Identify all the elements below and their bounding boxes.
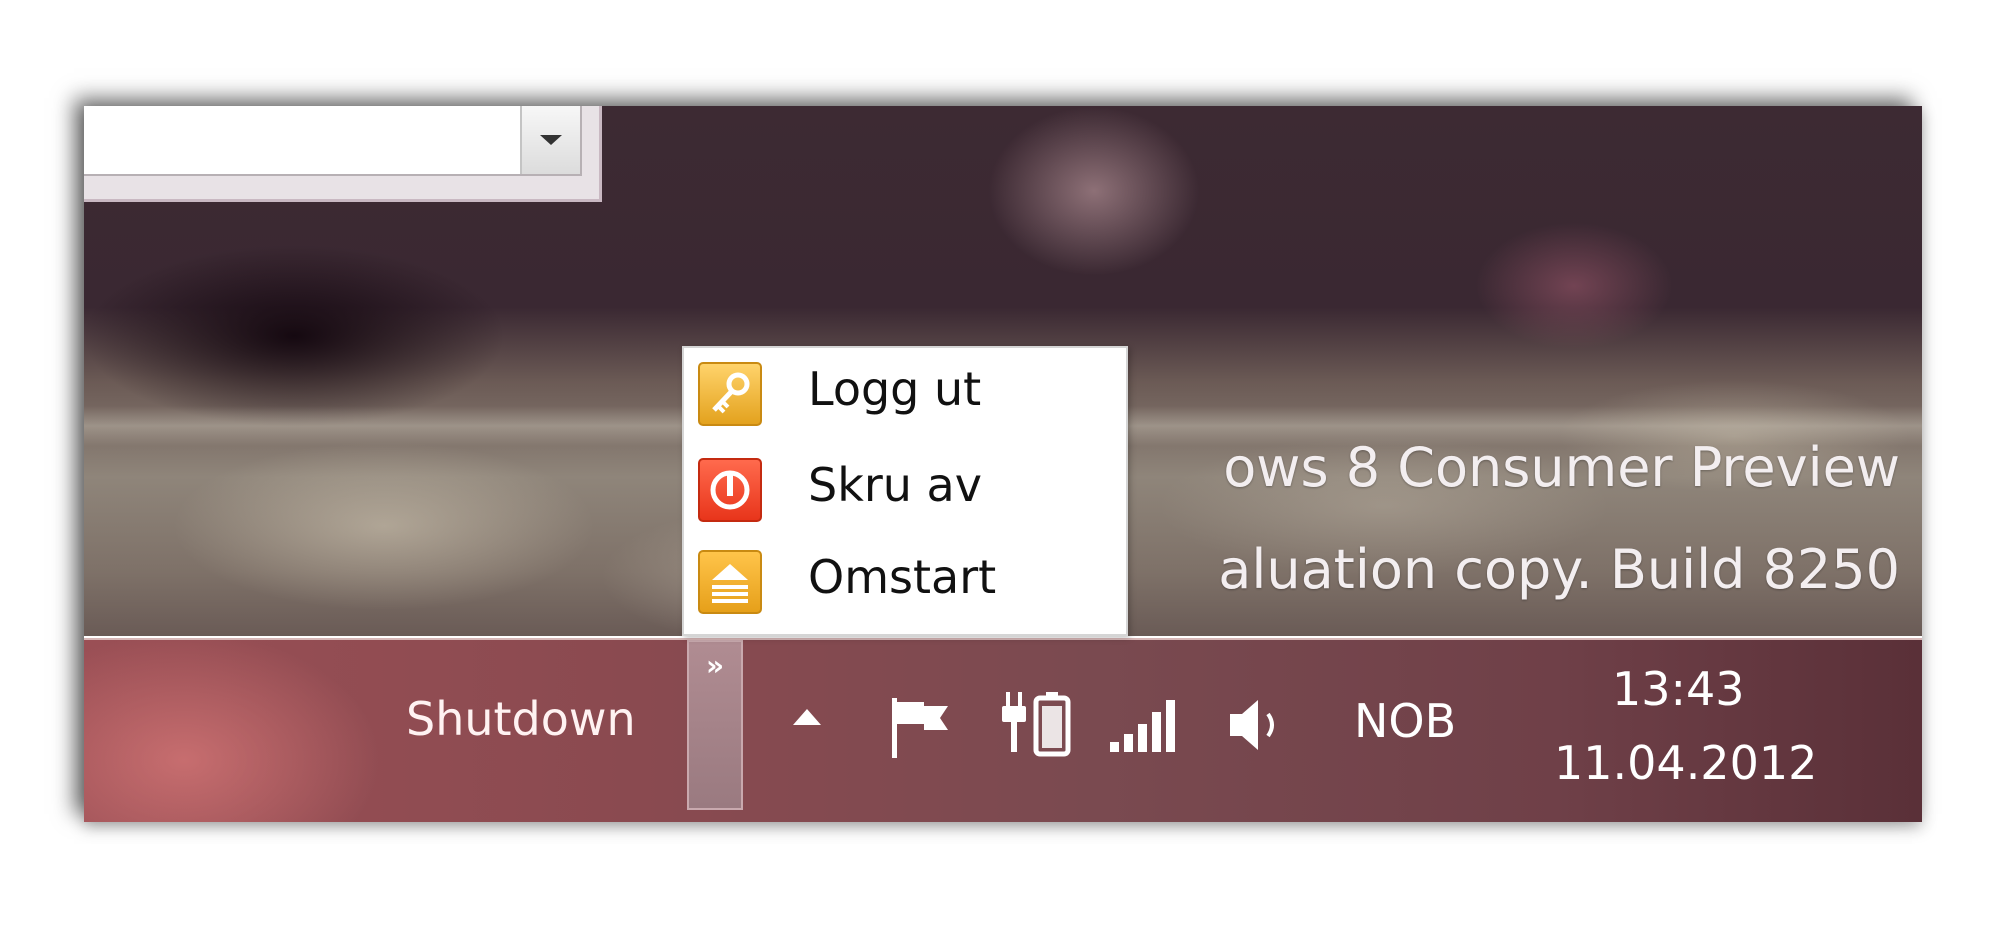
eject-icon xyxy=(698,550,762,614)
clock-time[interactable]: 13:43 xyxy=(1612,662,1745,716)
dropdown-arrow-icon[interactable] xyxy=(520,106,580,174)
action-center-flag-icon[interactable] xyxy=(884,692,954,766)
watermark-line-2: aluation copy. Build 8250 xyxy=(1218,538,1900,601)
key-icon xyxy=(698,362,762,426)
shutdown-toolbar-label[interactable]: Shutdown xyxy=(406,692,636,746)
watermark-line-1: ows 8 Consumer Preview xyxy=(1223,436,1900,499)
input-language-indicator[interactable]: NOB xyxy=(1354,694,1456,748)
power-icon xyxy=(698,458,762,522)
clock-date[interactable]: 11.04.2012 xyxy=(1554,736,1817,790)
menu-item-label: Skru av xyxy=(808,458,982,512)
screenshot-region: ows 8 Consumer Preview aluation copy. Bu… xyxy=(84,106,1922,822)
toolbar-overflow-button[interactable]: » xyxy=(687,640,743,810)
show-hidden-icons-icon[interactable] xyxy=(789,698,825,738)
volume-icon[interactable] xyxy=(1224,692,1290,762)
taskbar: Shutdown » NOB 13:43 11.04.2012 xyxy=(84,638,1922,822)
menu-item-label: Omstart xyxy=(808,550,997,604)
menu-item-shutdown[interactable]: Skru av xyxy=(684,444,1126,536)
dropdown-field[interactable] xyxy=(84,106,582,176)
menu-item-restart[interactable]: Omstart xyxy=(684,536,1126,628)
shutdown-menu: Logg ut Skru av Omstart xyxy=(682,346,1128,636)
battery-plug-icon[interactable] xyxy=(996,688,1076,768)
window-fragment xyxy=(84,106,602,202)
network-signal-icon[interactable] xyxy=(1106,698,1182,758)
chevron-double-right-icon: » xyxy=(705,649,725,682)
menu-item-logout[interactable]: Logg ut xyxy=(684,348,1126,440)
menu-item-label: Logg ut xyxy=(808,362,982,416)
